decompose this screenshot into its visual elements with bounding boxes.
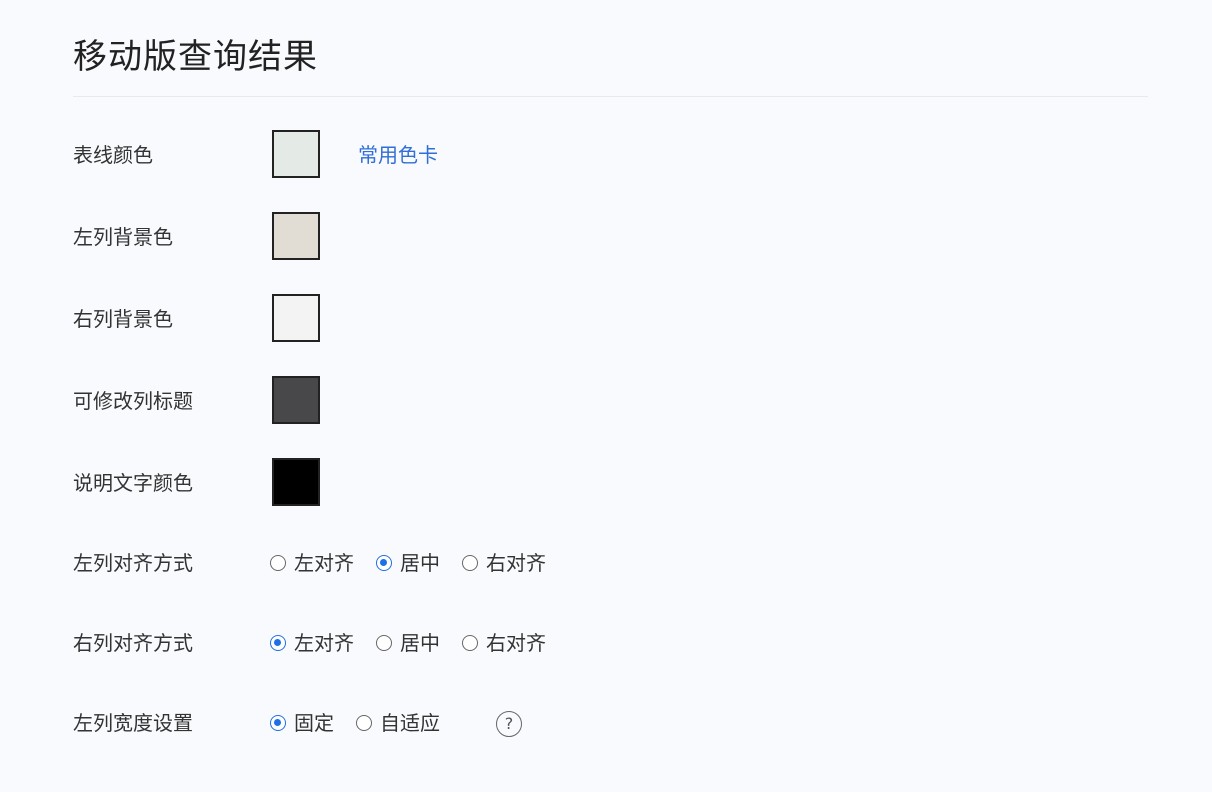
settings-panel: 移动版查询结果 表线颜色 常用色卡 左列背景色 右列背景色 可修改列标题 说明文… <box>0 0 1212 792</box>
right-column-align-group: 左对齐 居中 右对齐 <box>270 628 568 658</box>
radio-option-label: 右对齐 <box>486 551 546 575</box>
page-title: 移动版查询结果 <box>73 37 318 77</box>
radio-option[interactable]: 居中 <box>376 629 440 657</box>
left-column-bg-color-label: 左列背景色 <box>73 225 173 249</box>
table-line-color-swatch[interactable] <box>272 130 320 178</box>
radio-checked-icon[interactable] <box>270 715 286 731</box>
radio-option-label: 居中 <box>400 551 440 575</box>
left-column-width-group: 固定 自适应 <box>270 708 462 738</box>
radio-checked-icon[interactable] <box>270 635 286 651</box>
radio-option-label: 左对齐 <box>294 551 354 575</box>
radio-unchecked-icon[interactable] <box>462 635 478 651</box>
radio-option[interactable]: 固定 <box>270 709 334 737</box>
right-column-align-label: 右列对齐方式 <box>73 631 193 655</box>
right-column-bg-color-label: 右列背景色 <box>73 307 173 331</box>
table-line-color-label: 表线颜色 <box>73 143 153 167</box>
left-column-bg-color-swatch[interactable] <box>272 212 320 260</box>
title-divider <box>73 96 1148 97</box>
radio-checked-icon[interactable] <box>376 555 392 571</box>
radio-unchecked-icon[interactable] <box>356 715 372 731</box>
radio-option[interactable]: 右对齐 <box>462 549 546 577</box>
radio-option[interactable]: 居中 <box>376 549 440 577</box>
description-text-color-label: 说明文字颜色 <box>73 471 193 495</box>
radio-option[interactable]: 左对齐 <box>270 629 354 657</box>
editable-column-title-label: 可修改列标题 <box>73 389 193 413</box>
radio-option-label: 居中 <box>400 631 440 655</box>
radio-option[interactable]: 左对齐 <box>270 549 354 577</box>
editable-column-title-swatch[interactable] <box>272 376 320 424</box>
radio-option-label: 固定 <box>294 711 334 735</box>
right-column-bg-color-swatch[interactable] <box>272 294 320 342</box>
radio-option[interactable]: 自适应 <box>356 709 440 737</box>
radio-option-label: 右对齐 <box>486 631 546 655</box>
left-column-align-label: 左列对齐方式 <box>73 551 193 575</box>
radio-option-label: 左对齐 <box>294 631 354 655</box>
left-column-width-label: 左列宽度设置 <box>73 711 193 735</box>
common-color-card-link[interactable]: 常用色卡 <box>358 141 438 169</box>
radio-unchecked-icon[interactable] <box>376 635 392 651</box>
description-text-color-swatch[interactable] <box>272 458 320 506</box>
radio-option-label: 自适应 <box>380 711 440 735</box>
radio-unchecked-icon[interactable] <box>270 555 286 571</box>
left-column-align-group: 左对齐 居中 右对齐 <box>270 548 568 578</box>
radio-unchecked-icon[interactable] <box>462 555 478 571</box>
question-circle-icon[interactable]: ? <box>496 711 522 737</box>
radio-option[interactable]: 右对齐 <box>462 629 546 657</box>
